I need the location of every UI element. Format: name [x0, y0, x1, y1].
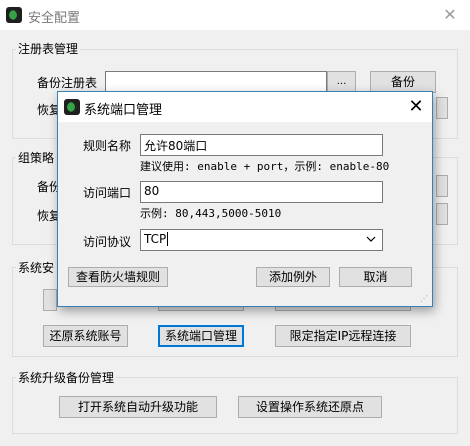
restore-registry-button[interactable] — [436, 97, 448, 119]
rule-name-label: 规则名称 — [83, 139, 132, 153]
text-caret — [167, 232, 173, 246]
window-close-icon[interactable]: ✕ — [436, 4, 464, 26]
port-management-button[interactable]: 系统端口管理 — [158, 325, 244, 347]
cancel-button[interactable]: 取消 — [339, 267, 412, 287]
view-firewall-rules-button[interactable]: 查看防火墙规则 — [68, 267, 168, 287]
dialog-title: 系统端口管理 — [84, 103, 163, 118]
registry-group-title: 注册表管理 — [16, 40, 81, 57]
restore-policy-button[interactable] — [436, 203, 448, 225]
registry-path-input[interactable] — [105, 71, 327, 92]
policy-group-title: 组策略 — [16, 149, 57, 166]
resize-grip-icon[interactable]: ⋰ — [420, 294, 428, 303]
browse-button[interactable]: ... — [327, 71, 356, 92]
protocol-label: 访问协议 — [83, 235, 132, 249]
port-hint: 示例: 80,443,5000-5010 — [140, 207, 282, 220]
window-titlebar: 安全配置 ✕ — [0, 0, 470, 30]
port-input[interactable]: 80 — [140, 181, 383, 203]
protocol-select[interactable]: TCP — [140, 229, 383, 251]
restore-accounts-button[interactable]: 还原系统账号 — [43, 325, 128, 347]
rule-name-hint: 建议使用: enable + port，示例: enable-80 — [140, 160, 390, 173]
set-restore-point-button[interactable]: 设置操作系统还原点 — [238, 396, 382, 418]
app-icon — [6, 7, 22, 23]
protocol-selected-value: TCP — [144, 232, 167, 246]
chevron-down-icon — [366, 236, 376, 242]
dialog-titlebar: 系统端口管理 ✕ — [58, 92, 432, 122]
dialog-close-icon[interactable]: ✕ — [404, 95, 428, 119]
port-label: 访问端口 — [83, 186, 132, 200]
dialog-app-icon — [64, 99, 80, 115]
port-management-dialog: 系统端口管理 ✕ 规则名称 允许80端口 建议使用: enable + port… — [57, 91, 433, 307]
security-group-title: 系统安 — [16, 259, 57, 276]
backup-registry-label: 备份注册表 — [37, 76, 98, 90]
rule-name-input[interactable]: 允许80端口 — [140, 134, 383, 156]
restrict-ip-remote-button[interactable]: 限定指定IP远程连接 — [275, 325, 411, 347]
enable-auto-update-button[interactable]: 打开系统自动升级功能 — [59, 396, 217, 418]
upgrade-group-title: 系统升级备份管理 — [16, 369, 117, 386]
window-title: 安全配置 — [28, 11, 81, 26]
add-exception-button[interactable]: 添加例外 — [256, 267, 330, 287]
backup-registry-button[interactable]: 备份 — [370, 71, 436, 93]
security-button-hidden-1[interactable] — [43, 289, 57, 311]
backup-policy-button[interactable] — [436, 175, 448, 197]
